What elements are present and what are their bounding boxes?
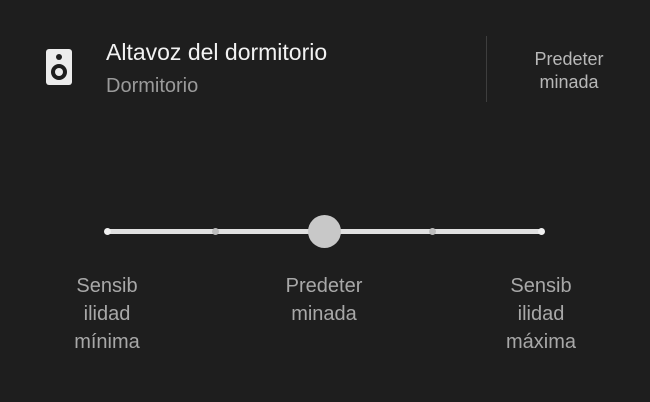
default-sensitivity-label: Predeter minada — [264, 272, 384, 328]
header-divider — [486, 36, 487, 102]
reset-default-label-line-2: minada — [539, 72, 599, 92]
slider-tick-min — [104, 228, 111, 235]
device-room: Dormitorio — [106, 75, 199, 97]
slider-tick-max — [538, 228, 545, 235]
speaker-woofer — [51, 64, 67, 80]
device-title: Altavoz del dormitorio — [106, 39, 328, 65]
sensitivity-slider[interactable] — [100, 212, 550, 252]
max-label-line-1: Sensib — [510, 275, 572, 297]
slider-tick — [212, 228, 219, 235]
max-sensitivity-label: Sensib ilidad máxima — [481, 272, 601, 356]
speaker-icon — [46, 49, 72, 85]
reset-default-button[interactable]: Predeter minada — [510, 44, 628, 98]
min-sensitivity-label: Sensib ilidad mínima — [47, 272, 167, 356]
min-label-line-1: Sensib — [76, 275, 138, 297]
slider-tick — [429, 228, 436, 235]
device-sensitivity-screen: Altavoz del dormitorio Dormitorio Predet… — [0, 0, 650, 402]
default-label-line-2: minada — [291, 303, 357, 325]
max-label-line-2: ilidad — [517, 303, 565, 325]
default-label-line-1: Predeter — [285, 275, 363, 297]
min-label-line-3: mínima — [74, 331, 140, 353]
reset-default-label-line-1: Predeter — [534, 49, 604, 69]
speaker-tweeter — [56, 54, 62, 60]
min-label-line-2: ilidad — [83, 303, 131, 325]
max-label-line-3: máxima — [505, 331, 576, 353]
slider-thumb[interactable] — [308, 215, 341, 248]
